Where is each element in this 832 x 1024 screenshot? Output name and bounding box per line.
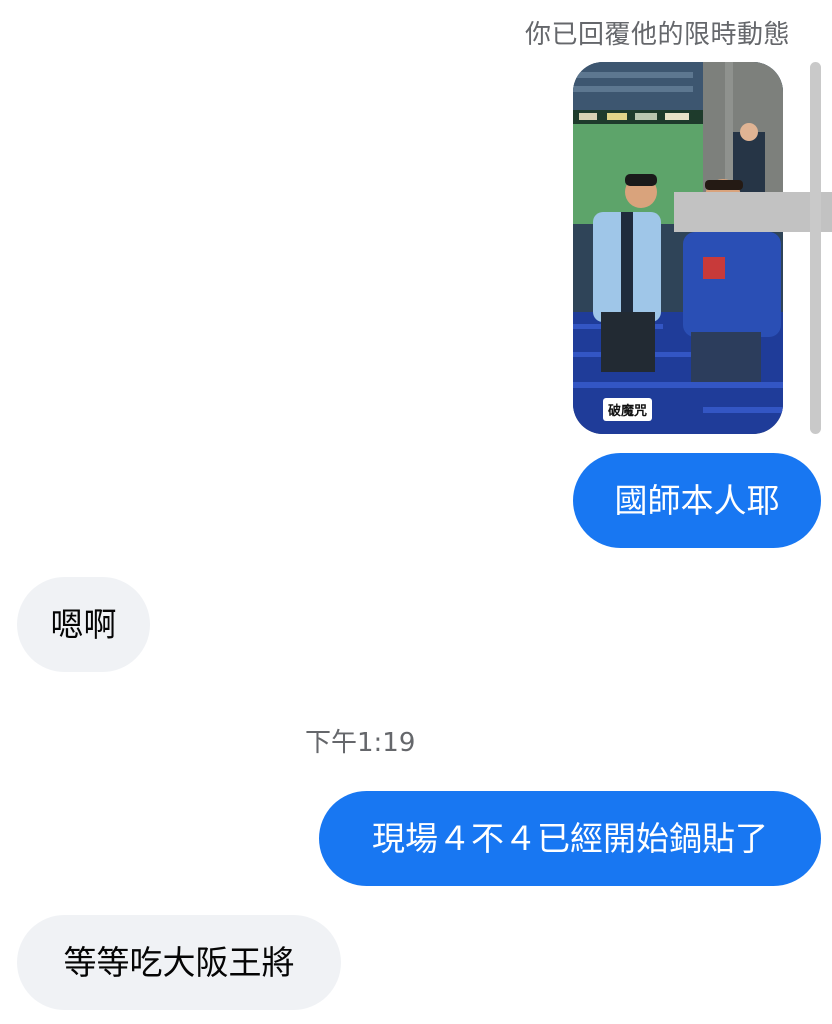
scrollbar[interactable]	[810, 62, 821, 434]
message-bubble-incoming[interactable]: 等等吃大阪王將	[17, 915, 341, 1010]
message-timestamp: 下午1:19	[305, 728, 416, 758]
story-sticker: 破魔咒	[603, 398, 653, 421]
message-text: 嗯啊	[50, 605, 117, 644]
story-photo	[573, 62, 783, 434]
message-bubble-incoming[interactable]: 嗯啊	[17, 577, 150, 672]
message-text: 國師本人耶	[614, 481, 780, 520]
message-bubble-outgoing[interactable]: 現場４不４已經開始鍋貼了	[319, 791, 821, 886]
redaction-bar	[674, 192, 832, 232]
message-text: 等等吃大阪王將	[63, 943, 295, 982]
story-thumbnail[interactable]: 破魔咒	[573, 62, 783, 434]
message-bubble-outgoing[interactable]: 國師本人耶	[573, 453, 821, 548]
story-reply-caption: 你已回覆他的限時動態	[524, 20, 790, 50]
message-text: 現場４不４已經開始鍋貼了	[372, 819, 768, 858]
